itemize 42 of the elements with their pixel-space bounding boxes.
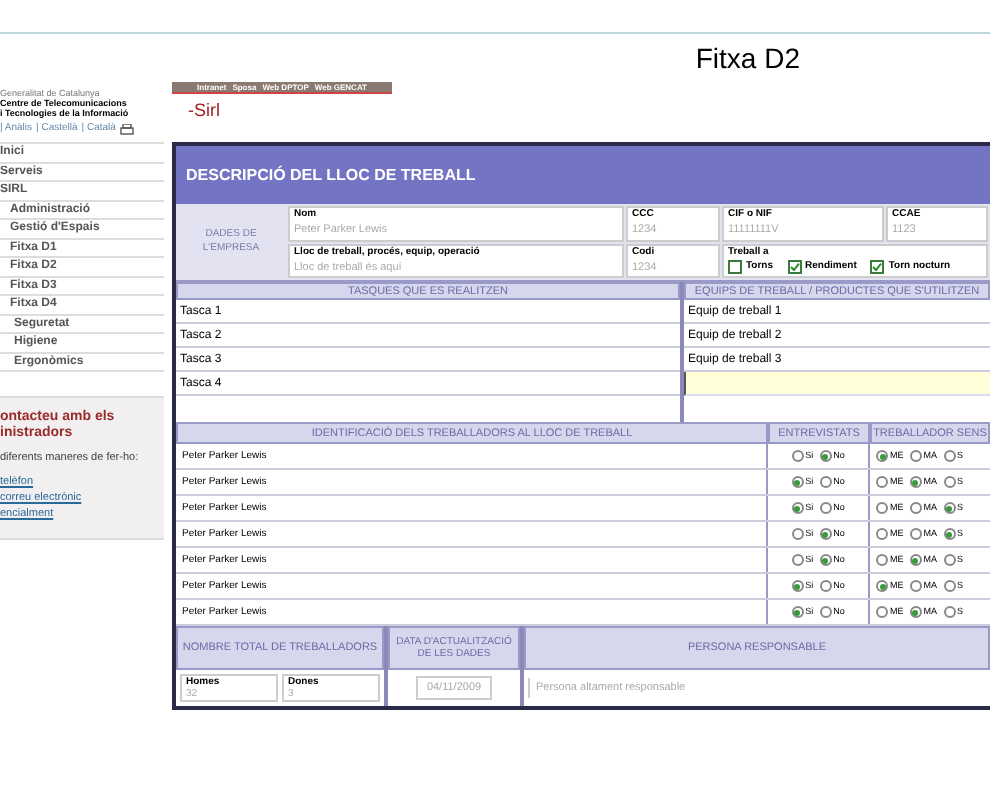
checkbox[interactable] [787, 259, 802, 274]
radio-button[interactable] [876, 502, 888, 514]
radio-button[interactable] [876, 580, 888, 592]
radio-button[interactable] [819, 502, 832, 514]
radio-button[interactable] [943, 606, 955, 618]
radio-button[interactable] [819, 580, 832, 592]
radio-button[interactable] [943, 554, 955, 566]
radio-button[interactable] [819, 476, 832, 488]
radio-button[interactable] [909, 580, 922, 592]
radio-button[interactable] [943, 502, 955, 514]
radio-button[interactable] [791, 450, 804, 462]
radio-button[interactable] [909, 476, 922, 488]
checkbox[interactable] [728, 259, 742, 274]
radio-button[interactable] [943, 528, 955, 540]
radio-button[interactable] [876, 554, 888, 566]
radio-button[interactable] [909, 554, 922, 566]
radio-button[interactable] [791, 528, 804, 540]
radio-button[interactable] [876, 528, 888, 540]
radio-button[interactable] [791, 580, 804, 592]
radio-button[interactable] [819, 528, 832, 540]
radio-button[interactable] [819, 450, 832, 462]
checkbox[interactable] [870, 259, 885, 274]
radio-button[interactable] [909, 450, 922, 462]
site-name: -Sirl [186, 98, 222, 124]
radio-button[interactable] [909, 502, 922, 514]
page-title: Fitxa D2 [695, 42, 800, 78]
radio-button[interactable] [791, 606, 804, 618]
radio-button[interactable] [819, 554, 832, 566]
radio-button[interactable] [909, 528, 922, 540]
printer-icon[interactable] [119, 124, 134, 136]
radio-button[interactable] [909, 606, 922, 618]
radio-button[interactable] [876, 450, 888, 462]
radio-button[interactable] [819, 606, 832, 618]
radio-button[interactable] [943, 450, 955, 462]
radio-button[interactable] [876, 606, 888, 618]
form-title: DESCRIPCIÓ DEL LLOC DE TREBALL [186, 163, 476, 187]
radio-button[interactable] [943, 476, 955, 488]
radio-button[interactable] [791, 502, 804, 514]
radio-button[interactable] [876, 476, 888, 488]
radio-button[interactable] [943, 580, 955, 592]
radio-button[interactable] [791, 554, 804, 566]
radio-button[interactable] [791, 476, 804, 488]
